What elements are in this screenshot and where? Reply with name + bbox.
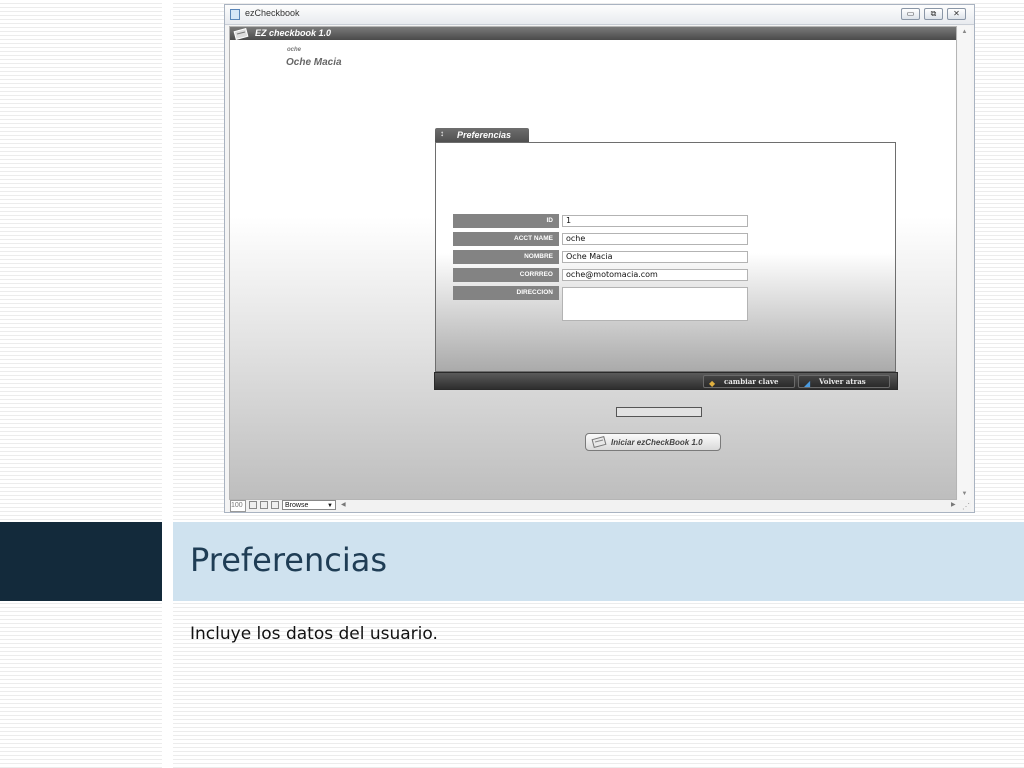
side-info-box <box>766 213 883 246</box>
slide-body-text: Incluye los datos del usuario. <box>190 624 438 644</box>
start-button-label: Iniciar ezCheckBook 1.0 <box>611 438 703 447</box>
go-back-label: Volver atras <box>819 377 866 386</box>
vertical-scrollbar[interactable]: ▲ ▼ <box>958 26 971 500</box>
app-icon <box>230 9 240 20</box>
mode-select[interactable]: Browse ▼ <box>282 500 336 510</box>
title-band: Preferencias <box>173 522 1024 601</box>
acct-name-field[interactable]: oche <box>562 233 748 245</box>
window-titlebar: ezCheckbook ▭ ⧉ ✕ <box>225 5 974 25</box>
start-ezcheckbook-button[interactable]: Iniciar ezCheckBook 1.0 <box>585 433 721 451</box>
statusbar: 100 Browse ▼ ◀ ▶ ⋰ <box>229 500 971 512</box>
zoom-level[interactable]: 100 <box>230 500 246 512</box>
layout-icon[interactable] <box>271 501 279 509</box>
label-id: ID <box>453 214 559 228</box>
label-correo: CORRREO <box>453 268 559 282</box>
change-password-label: cambiar clave <box>724 377 779 386</box>
go-back-button[interactable]: ◢ Volver atras <box>798 375 890 388</box>
zoom-out-icon[interactable] <box>249 501 257 509</box>
minimize-button[interactable]: ▭ <box>901 8 920 20</box>
label-acct-name: ACCT NAME <box>453 232 559 246</box>
tag-icon: ◆ <box>709 378 716 388</box>
scroll-down-icon[interactable]: ▼ <box>958 488 971 500</box>
window-title: ezCheckbook <box>245 8 300 18</box>
correo-field[interactable]: oche@motomacia.com <box>562 269 748 281</box>
mode-select-value: Browse <box>285 502 309 509</box>
label-nombre: NOMBRE <box>453 250 559 264</box>
user-name: Oche Macia <box>286 57 342 68</box>
checkbook-logo-icon <box>233 28 249 40</box>
back-arrow-icon: ◢ <box>804 378 811 388</box>
restore-button[interactable]: ⧉ <box>924 8 943 20</box>
scroll-right-icon[interactable]: ▶ <box>951 500 956 510</box>
label-direccion: DIRECCION <box>453 286 559 300</box>
accent-block <box>0 522 162 601</box>
nombre-field[interactable]: Oche Macia <box>562 251 748 263</box>
scroll-left-icon[interactable]: ◀ <box>341 500 346 510</box>
chevron-down-icon: ▼ <box>327 503 333 509</box>
user-account: oche <box>287 47 302 53</box>
zoom-in-icon[interactable] <box>260 501 268 509</box>
column-gap <box>162 0 173 768</box>
slide-title: Preferencias <box>190 541 388 579</box>
app-content: EZ checkbook 1.0 oche Oche Macia ↕ Prefe… <box>229 26 957 500</box>
message-field <box>616 407 702 417</box>
checkbook-icon <box>591 435 607 449</box>
id-field[interactable]: 1 <box>562 215 748 227</box>
preferences-action-bar: ◆ cambiar clave ◢ Volver atras <box>434 372 898 390</box>
tab-label: Preferencias <box>457 130 512 140</box>
change-password-button[interactable]: ◆ cambiar clave <box>703 375 795 388</box>
scroll-up-icon[interactable]: ▲ <box>958 26 971 38</box>
app-header: EZ checkbook 1.0 <box>230 27 956 40</box>
resize-grip-icon[interactable]: ⋰ <box>962 502 970 511</box>
preferences-panel: ID 1 ACCT NAME oche NOMBRE Oche Macia CO… <box>435 142 896 372</box>
direccion-field[interactable] <box>562 287 748 321</box>
app-title: EZ checkbook 1.0 <box>255 28 332 38</box>
app-window: ezCheckbook ▭ ⧉ ✕ EZ checkbook 1.0 oche … <box>224 4 975 513</box>
sort-icon: ↕ <box>440 129 444 138</box>
tab-preferencias[interactable]: ↕ Preferencias <box>435 128 529 142</box>
close-button[interactable]: ✕ <box>947 8 966 20</box>
